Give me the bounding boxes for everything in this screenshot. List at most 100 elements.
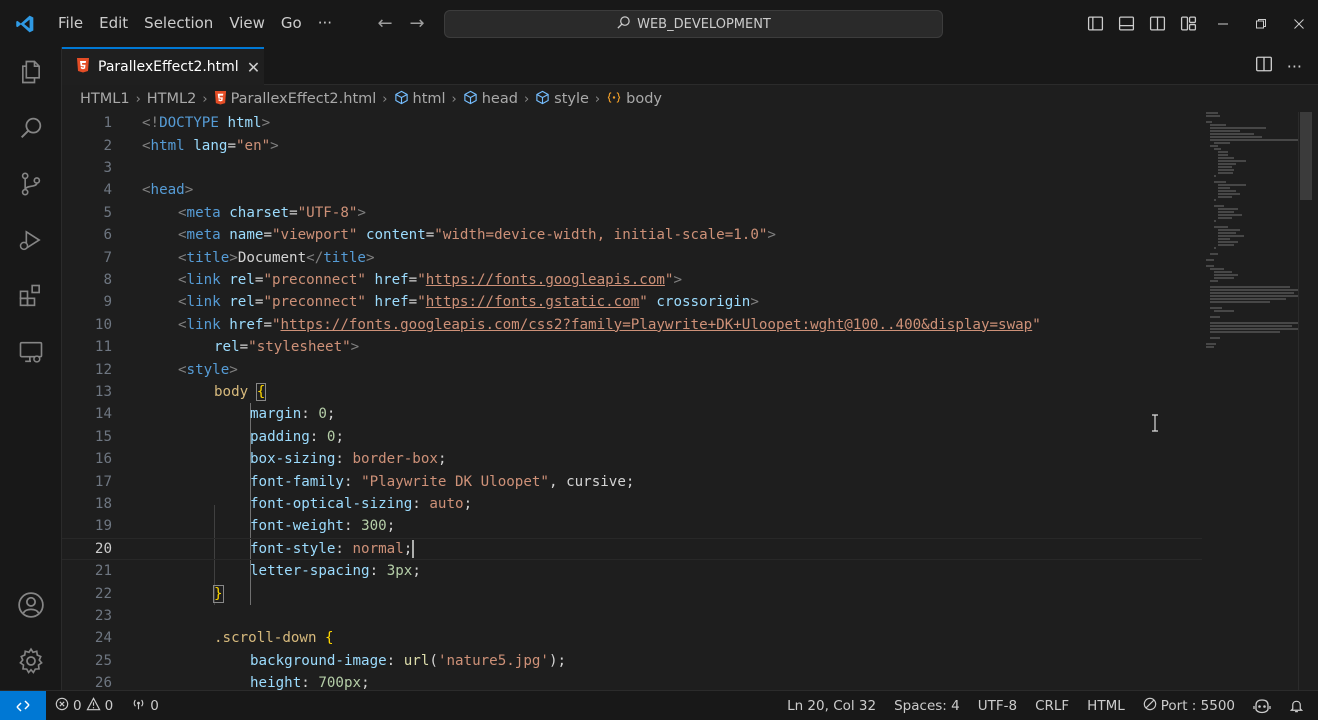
chevron-right-icon: › [382, 91, 388, 107]
end-of-line[interactable]: CRLF [1026, 698, 1078, 714]
line-number: 13 [94, 383, 112, 400]
cursor-position[interactable]: Ln 20, Col 32 [778, 698, 885, 714]
ports-count: 0 [150, 697, 159, 714]
breadcrumb-body-label: body [626, 91, 662, 107]
symbol-variable-icon [606, 90, 622, 109]
run-debug-icon[interactable] [0, 215, 62, 265]
breadcrumb-html-label: html [412, 91, 446, 107]
notifications-bell-icon[interactable] [1280, 698, 1318, 714]
menu-edit[interactable]: Edit [91, 0, 136, 47]
breadcrumb-html1[interactable]: HTML1 [80, 91, 130, 107]
code-line: 25 background-image: url('nature5.jpg'); [62, 650, 1202, 672]
explorer-icon[interactable] [0, 47, 62, 97]
language-mode[interactable]: HTML [1078, 698, 1134, 714]
chevron-right-icon: › [451, 91, 457, 107]
manage-gear-icon[interactable] [0, 636, 62, 686]
line-number: 7 [103, 249, 112, 266]
problems-indicator[interactable]: 0 0 [46, 696, 122, 715]
block-icon [1143, 697, 1157, 715]
accounts-icon[interactable] [0, 580, 62, 630]
link-url[interactable]: https://fonts.gstatic.com [426, 294, 640, 310]
menu-go[interactable]: Go [273, 0, 310, 47]
chevron-right-icon: › [135, 91, 141, 107]
menu-view[interactable]: View [221, 0, 273, 47]
toggle-secondary-sidebar-icon[interactable] [1142, 0, 1173, 47]
indentation[interactable]: Spaces: 4 [885, 698, 969, 714]
customize-layout-icon[interactable] [1173, 0, 1204, 47]
code-line: 19 font-weight: 300; [62, 515, 1202, 537]
line-number: 21 [94, 563, 112, 580]
forward-arrow-icon[interactable]: → [406, 13, 428, 34]
text-cursor [412, 539, 415, 558]
line-number: 2 [103, 137, 112, 154]
remote-explorer-icon[interactable] [0, 327, 62, 377]
chevron-right-icon: › [594, 91, 601, 107]
code-line: 8 <link rel="preconnect" href="https://f… [62, 269, 1202, 291]
line-number: 3 [103, 159, 112, 176]
ports-indicator[interactable]: 0 [122, 697, 168, 715]
code-line: 9 <link rel="preconnect" href="https://f… [62, 291, 1202, 313]
source-control-icon[interactable] [0, 159, 62, 209]
code-line: 16 box-sizing: border-box; [62, 448, 1202, 470]
command-center-search[interactable]: WEB_DEVELOPMENT [444, 10, 943, 38]
breadcrumb-html[interactable]: html [394, 90, 446, 109]
line-number: 18 [94, 495, 112, 512]
code-line: 17 font-family: "Playwrite DK Uloopet", … [62, 470, 1202, 492]
close-window-icon[interactable] [1280, 0, 1318, 47]
line-number: 14 [94, 406, 112, 423]
mouse-ibeam-icon [1150, 414, 1160, 436]
copilot-icon[interactable] [1244, 698, 1280, 714]
port-label: Port : 5500 [1160, 697, 1235, 714]
code-line: 14 margin: 0; [62, 403, 1202, 425]
line-number: 6 [103, 227, 112, 244]
broadcast-icon [131, 697, 146, 715]
warning-count: 0 [104, 697, 114, 714]
extensions-icon[interactable] [0, 271, 62, 321]
breadcrumb-head[interactable]: head [463, 90, 518, 109]
line-number: 1 [103, 115, 112, 132]
error-count: 0 [73, 697, 82, 714]
menu-selection[interactable]: Selection [136, 0, 221, 47]
code-line: 11 rel="stylesheet"> [62, 336, 1202, 358]
breadcrumb-file[interactable]: ParallexEffect2.html [214, 90, 376, 109]
toggle-panel-icon[interactable] [1111, 0, 1142, 47]
code-line: 12 <style> [62, 358, 1202, 380]
menu-file[interactable]: File [50, 0, 91, 47]
breadcrumb-style-label: style [554, 91, 589, 107]
live-server-port[interactable]: Port : 5500 [1134, 697, 1244, 715]
breadcrumb-body[interactable]: body [606, 90, 662, 109]
more-actions-icon[interactable]: ··· [1287, 57, 1302, 76]
menu-more[interactable]: ··· [310, 0, 340, 47]
code-editor[interactable]: 1 <!DOCTYPE html> 2 <html lang="en"> 3 4… [62, 112, 1202, 690]
split-editor-icon[interactable] [1255, 55, 1273, 77]
breadcrumb: HTML1 › HTML2 › ParallexEffect2.html › h… [80, 88, 662, 110]
vertical-scrollbar[interactable] [1298, 112, 1312, 690]
symbol-element-icon [463, 90, 478, 109]
link-url[interactable]: https://fonts.googleapis.com/css2?family… [281, 317, 1033, 333]
minimize-icon[interactable] [1204, 0, 1242, 47]
link-url[interactable]: https://fonts.googleapis.com [426, 272, 665, 288]
tab-parallexeffect2[interactable]: ParallexEffect2.html ✕ [62, 47, 264, 85]
file-encoding[interactable]: UTF-8 [969, 698, 1026, 714]
code-line: 3 [62, 157, 1202, 179]
code-line: 23 [62, 605, 1202, 627]
breadcrumb-style[interactable]: style [535, 90, 589, 109]
minimap[interactable] [1202, 112, 1298, 352]
line-number: 5 [103, 204, 112, 221]
search-view-icon[interactable] [0, 103, 62, 153]
code-line: 24 .scroll-down { [62, 627, 1202, 649]
restore-icon[interactable] [1242, 0, 1280, 47]
scrollbar-thumb[interactable] [1300, 112, 1312, 200]
back-arrow-icon[interactable]: ← [374, 13, 396, 34]
toggle-primary-sidebar-icon[interactable] [1080, 0, 1111, 47]
line-number: 4 [103, 182, 112, 199]
line-number: 8 [103, 271, 112, 288]
close-tab-icon[interactable]: ✕ [247, 58, 260, 77]
line-number: 26 [94, 675, 112, 690]
line-number: 24 [94, 630, 112, 647]
code-line: 10 <link href="https://fonts.googleapis.… [62, 314, 1202, 336]
line-number: 16 [94, 451, 112, 468]
breadcrumb-html2[interactable]: HTML2 [147, 91, 197, 107]
line-number: 17 [94, 473, 112, 490]
remote-indicator-icon[interactable] [0, 690, 46, 720]
